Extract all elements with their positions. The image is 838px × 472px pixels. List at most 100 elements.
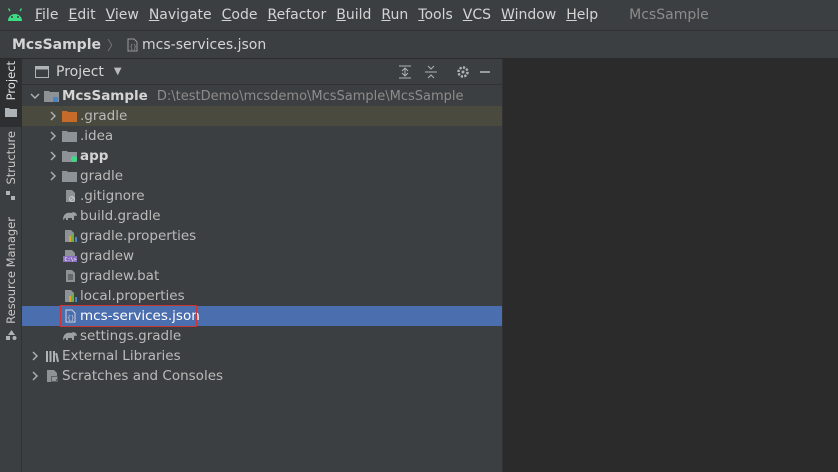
tree-item-idea[interactable]: .idea (22, 126, 502, 146)
chevron-down-icon: ▼ (113, 66, 122, 77)
project-tree: McsSample D:\testDemo\mcsdemo\McsSample\… (22, 86, 502, 386)
tree-item-gradle-properties[interactable]: gradle.properties (22, 226, 502, 246)
collapse-all-icon (425, 65, 437, 79)
minimize-icon (480, 71, 490, 73)
resource-manager-tool-label: Resource Manager (4, 217, 18, 324)
menu-file[interactable]: File (30, 0, 63, 30)
gradle-elephant-icon (62, 328, 78, 344)
android-studio-logo-icon (0, 0, 30, 30)
menu-view[interactable]: View (101, 0, 144, 30)
chevron-right-icon[interactable] (44, 111, 62, 121)
collapse-all-button[interactable] (420, 62, 442, 82)
menu-help[interactable]: Help (561, 0, 603, 30)
tree-item-label: settings.gradle (80, 328, 182, 344)
breadcrumb-file[interactable]: {} mcs-services.json (124, 37, 266, 53)
window-project-title: McsSample (629, 7, 709, 23)
tree-item-scratches[interactable]: Scratches and Consoles (22, 366, 502, 386)
tree-item-path: D:\testDemo\mcsdemo\McsSample\McsSample (156, 88, 464, 104)
project-panel: Project ▼ McsSample D:\testDemo\mcsdemo\… (22, 59, 502, 472)
tree-item-label: build.gradle (80, 208, 161, 224)
settings-button[interactable] (452, 62, 474, 82)
chevron-right-icon[interactable] (26, 351, 44, 361)
tree-item-label: gradle (80, 168, 124, 184)
chevron-right-icon[interactable] (26, 371, 44, 381)
folder-icon (62, 128, 78, 144)
tree-item-external-libraries[interactable]: External Libraries (22, 346, 502, 366)
structure-tool-label: Structure (4, 130, 18, 185)
highlight-outline (60, 305, 197, 327)
project-tool-button[interactable]: Project (0, 59, 22, 127)
module-folder-icon (44, 88, 60, 104)
project-panel-title: Project (56, 63, 104, 80)
properties-file-icon (62, 228, 78, 244)
editor-area[interactable] (502, 59, 838, 472)
tree-item-label: gradlew (80, 248, 135, 264)
breadcrumb-separator-icon: 〉 (107, 39, 121, 54)
libraries-icon (44, 348, 60, 364)
structure-icon (6, 190, 16, 205)
tree-item-label: app (80, 148, 109, 164)
expand-all-button[interactable] (394, 62, 416, 82)
structure-tool-button[interactable]: Structure (0, 131, 22, 209)
project-panel-header: Project ▼ (22, 59, 502, 85)
android-module-icon (62, 148, 78, 164)
tree-item-gradle[interactable]: gradle (22, 166, 502, 186)
menu-tools[interactable]: Tools (413, 0, 458, 30)
tree-item-gradle-dir[interactable]: .gradle (22, 106, 502, 126)
project-view-selector[interactable]: Project ▼ (34, 64, 122, 80)
svg-text:C:\>: C:\> (65, 257, 77, 263)
tree-item-label: .gitignore (80, 188, 145, 204)
orange-folder-icon (62, 108, 78, 124)
menu-bar: File Edit View Navigate Code Refactor Bu… (0, 0, 838, 30)
project-window-icon (34, 64, 50, 80)
breadcrumb-file-label: mcs-services.json (142, 36, 267, 53)
hide-panel-button[interactable] (474, 62, 496, 82)
gitignore-file-icon (62, 188, 78, 204)
resource-manager-tool-button[interactable]: Resource Manager (0, 217, 22, 347)
panel-toolbar (394, 62, 496, 82)
resource-manager-icon (5, 330, 17, 345)
tree-item-mcs-services-json[interactable]: {} mcs-services.json (22, 305, 502, 327)
menu-edit[interactable]: Edit (63, 0, 100, 30)
svg-text:{}: {} (130, 44, 137, 51)
tree-item-app[interactable]: app (22, 146, 502, 166)
tree-item-label: gradlew.bat (80, 268, 160, 284)
project-tool-label: Project (4, 60, 18, 100)
tree-item-label: .idea (80, 128, 114, 144)
tree-item-label: local.properties (80, 288, 185, 304)
gear-icon (457, 66, 469, 78)
tree-item-settings-gradle[interactable]: settings.gradle (22, 326, 502, 346)
chevron-right-icon[interactable] (44, 131, 62, 141)
tree-item-label: .gradle (80, 108, 128, 124)
tree-item-root[interactable]: McsSample D:\testDemo\mcsdemo\McsSample\… (22, 86, 502, 106)
tree-item-local-properties[interactable]: local.properties (22, 286, 502, 306)
tree-item-label: Scratches and Consoles (62, 368, 224, 384)
menu-vcs[interactable]: VCS (458, 0, 496, 30)
folder-icon (5, 106, 17, 121)
gradle-elephant-icon (62, 208, 78, 224)
tree-item-gradlew[interactable]: C:\> gradlew (22, 246, 502, 266)
menu-refactor[interactable]: Refactor (262, 0, 331, 30)
chevron-right-icon[interactable] (44, 171, 62, 181)
tree-item-label: External Libraries (62, 348, 181, 364)
menu-code[interactable]: Code (217, 0, 263, 30)
tree-item-label: gradle.properties (80, 228, 197, 244)
text-file-icon (62, 268, 78, 284)
breadcrumb: McsSample 〉 {} mcs-services.json (0, 30, 838, 59)
json-file-icon: {} (124, 37, 140, 53)
expand-all-icon (399, 65, 411, 79)
tree-item-gitignore[interactable]: .gitignore (22, 186, 502, 206)
tree-item-gradlew-bat[interactable]: gradlew.bat (22, 266, 502, 286)
menu-window[interactable]: Window (496, 0, 561, 30)
tree-item-label: McsSample (62, 88, 148, 104)
properties-file-icon (62, 288, 78, 304)
tree-item-build-gradle[interactable]: build.gradle (22, 206, 502, 226)
chevron-right-icon[interactable] (44, 151, 62, 161)
menu-navigate[interactable]: Navigate (144, 0, 217, 30)
menu-build[interactable]: Build (331, 0, 376, 30)
folder-icon (62, 168, 78, 184)
chevron-down-icon[interactable] (26, 91, 44, 101)
menu-run[interactable]: Run (376, 0, 413, 30)
breadcrumb-project[interactable]: McsSample (12, 37, 101, 53)
scratches-icon (44, 368, 60, 384)
